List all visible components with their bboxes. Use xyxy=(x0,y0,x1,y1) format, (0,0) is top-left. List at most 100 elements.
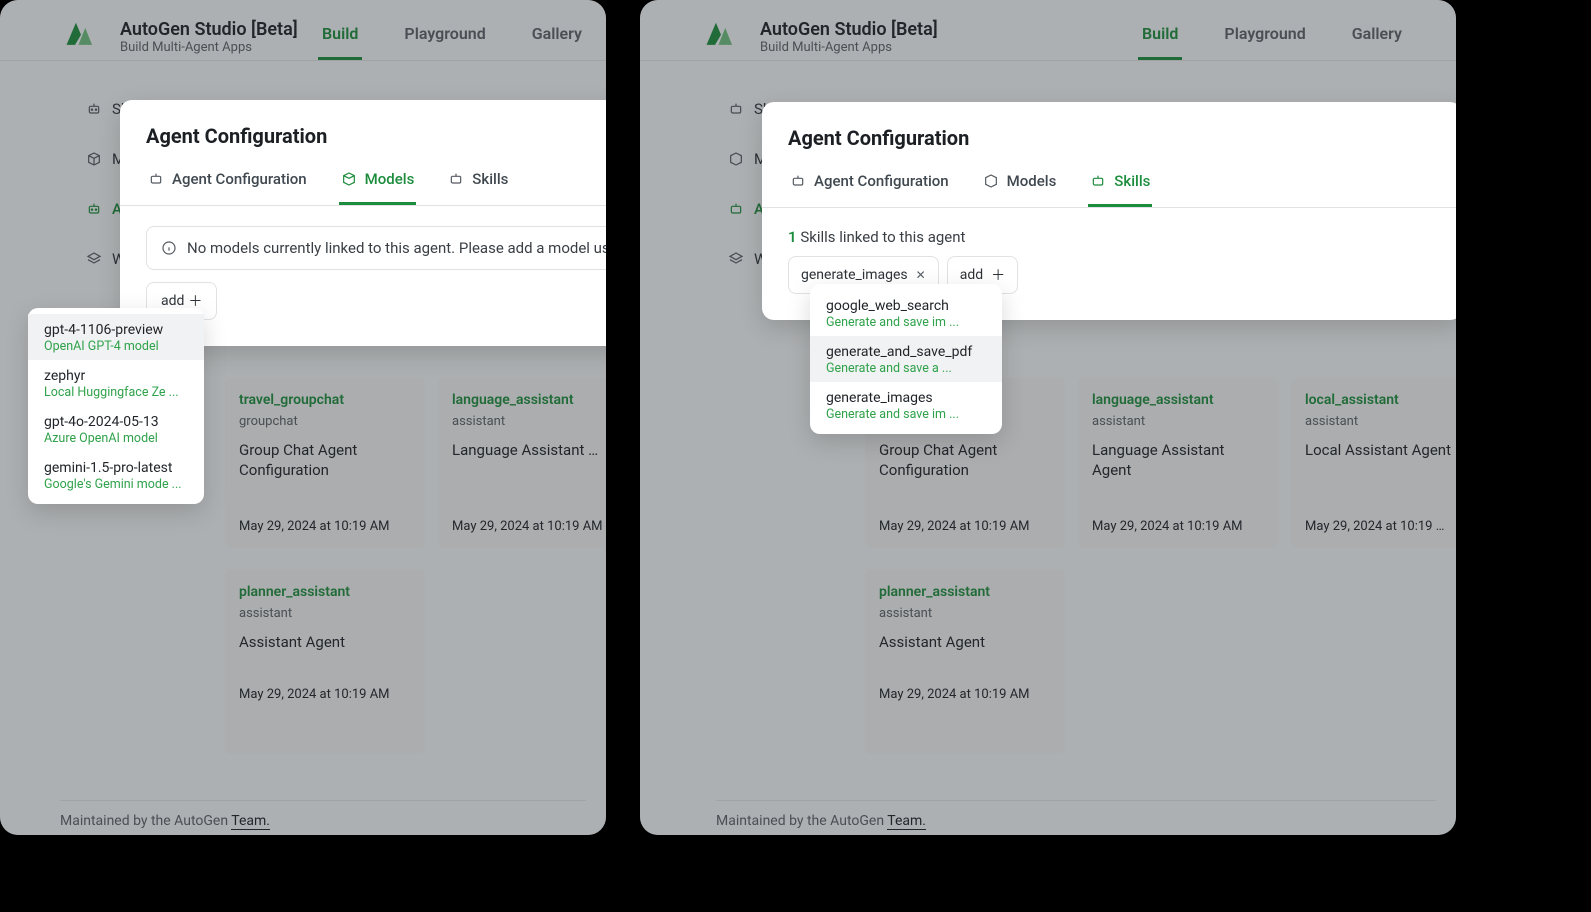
skill-desc: Generate and save im ... xyxy=(826,315,986,330)
modal-tab-agent[interactable]: Agent Configuration xyxy=(788,160,951,207)
card-desc: Group Chat Agent Configuration xyxy=(879,441,1051,480)
app-title: AutoGen Studio [Beta] xyxy=(760,19,938,40)
card-planner-assistant[interactable]: planner_assistant assistant Assistant Ag… xyxy=(865,570,1065,754)
add-label: add xyxy=(161,293,184,309)
cube-icon xyxy=(341,171,357,187)
robot-icon xyxy=(790,173,806,189)
card-name: travel_groupchat xyxy=(239,392,411,408)
cube-icon xyxy=(983,173,999,189)
modal-title: Agent Configuration xyxy=(120,100,606,156)
skill-option-google-web-search[interactable]: google_web_search Generate and save im .… xyxy=(810,290,1002,336)
skill-dropdown: google_web_search Generate and save im .… xyxy=(810,284,1002,434)
footer-team-link[interactable]: Team. xyxy=(887,813,926,830)
nav-tabs: Build Playground Gallery xyxy=(1138,14,1406,60)
card-type: assistant xyxy=(452,414,604,429)
tab-playground[interactable]: Playground xyxy=(1220,14,1309,60)
chip-label: generate_images xyxy=(801,267,908,283)
skill-name: google_web_search xyxy=(826,298,986,314)
header: AutoGen Studio [Beta] Build Multi-Agent … xyxy=(0,0,606,61)
modal-tab-agent[interactable]: Agent Configuration xyxy=(146,158,309,205)
card-language-assistant[interactable]: language_assistant assistant Language As… xyxy=(438,378,606,548)
card-local-assistant[interactable]: local_assistant assistant Local Assistan… xyxy=(1291,378,1456,548)
robot-icon xyxy=(1090,173,1106,189)
modal-tabs: Agent Configuration Models Skills xyxy=(120,156,606,206)
card-date: May 29, 2024 at 10:19 AM xyxy=(239,519,411,534)
screenshot-left: AutoGen Studio [Beta] Build Multi-Agent … xyxy=(0,0,606,835)
modal-title: Agent Configuration xyxy=(762,102,1456,158)
modal-tab-skills-label: Skills xyxy=(1114,172,1150,190)
card-name: planner_assistant xyxy=(879,584,1051,600)
modal-tab-agent-label: Agent Configuration xyxy=(172,170,307,188)
card-desc: Assistant Agent xyxy=(239,633,411,653)
info-icon xyxy=(161,240,177,256)
robot-icon xyxy=(448,171,464,187)
tab-gallery[interactable]: Gallery xyxy=(528,14,586,60)
model-option-gpt4-1106[interactable]: gpt-4-1106-preview OpenAI GPT-4 model xyxy=(28,314,204,360)
close-icon[interactable]: ✕ xyxy=(916,268,926,282)
card-desc: Local Assistant Agent xyxy=(1305,441,1452,461)
app-subtitle: Build Multi-Agent Apps xyxy=(120,40,298,55)
skill-option-generate-images[interactable]: generate_images Generate and save im ... xyxy=(810,382,1002,428)
modal-tab-models[interactable]: Models xyxy=(339,158,417,205)
footer-text: Maintained by the AutoGen xyxy=(60,813,231,829)
model-name: gpt-4o-2024-05-13 xyxy=(44,414,188,430)
layers-icon xyxy=(86,251,102,267)
modal-tab-models[interactable]: Models xyxy=(981,160,1059,207)
model-dropdown: gpt-4-1106-preview OpenAI GPT-4 model ze… xyxy=(28,308,204,504)
card-date: May 29, 2024 at 10:19 AM xyxy=(879,519,1051,534)
modal-tab-skills-label: Skills xyxy=(472,170,508,188)
skill-count-label: Skills linked to this agent xyxy=(800,228,965,246)
card-type: assistant xyxy=(1092,414,1264,429)
card-name: planner_assistant xyxy=(239,584,411,600)
tab-build[interactable]: Build xyxy=(1138,14,1182,60)
card-type: assistant xyxy=(1305,414,1452,429)
robot-icon xyxy=(148,171,164,187)
footer: Maintained by the AutoGen Team. xyxy=(716,800,1436,829)
footer: Maintained by the AutoGen Team. xyxy=(60,800,586,829)
card-desc: Language Assistant Agent xyxy=(1092,441,1264,480)
model-option-zephyr[interactable]: zephyr Local Huggingface Ze ... xyxy=(28,360,204,406)
modal-tab-agent-label: Agent Configuration xyxy=(814,172,949,190)
card-name: language_assistant xyxy=(452,392,604,408)
card-date: May 29, 2024 at 10:19 AM xyxy=(1305,519,1452,534)
tab-playground[interactable]: Playground xyxy=(400,14,489,60)
tab-build[interactable]: Build xyxy=(318,14,362,60)
app-logo xyxy=(64,16,98,50)
card-type: assistant xyxy=(239,606,411,621)
model-option-gemini[interactable]: gemini-1.5-pro-latest Google's Gemini mo… xyxy=(28,452,204,498)
card-language-assistant[interactable]: language_assistant assistant Language As… xyxy=(1078,378,1278,548)
skill-desc: Generate and save a ... xyxy=(826,361,986,376)
skill-desc: Generate and save im ... xyxy=(826,407,986,422)
app-logo xyxy=(704,16,738,50)
model-name: gpt-4-1106-preview xyxy=(44,322,188,338)
card-travel-groupchat[interactable]: travel_groupchat groupchat Group Chat Ag… xyxy=(225,378,425,548)
cube-icon xyxy=(86,151,102,167)
cube-icon xyxy=(728,151,744,167)
skill-count-line: 1 Skills linked to this agent xyxy=(788,228,1436,246)
card-type: groupchat xyxy=(239,414,411,429)
card-date: May 29, 2024 at 10:19 AM xyxy=(452,519,604,534)
card-desc: Language Assistant Agent xyxy=(452,441,604,461)
modal-tab-skills[interactable]: Skills xyxy=(1088,160,1152,207)
model-option-gpt4o[interactable]: gpt-4o-2024-05-13 Azure OpenAI model xyxy=(28,406,204,452)
robot-icon xyxy=(86,101,102,117)
brand-block: AutoGen Studio [Beta] Build Multi-Agent … xyxy=(120,19,298,55)
add-label: add xyxy=(960,267,983,283)
skill-count: 1 xyxy=(788,228,797,246)
skill-name: generate_and_save_pdf xyxy=(826,344,986,360)
skill-option-generate-and-save-pdf[interactable]: generate_and_save_pdf Generate and save … xyxy=(810,336,1002,382)
no-models-alert: No models currently linked to this agent… xyxy=(146,226,606,270)
modal-tab-models-label: Models xyxy=(365,170,415,188)
modal-tabs: Agent Configuration Models Skills xyxy=(762,158,1456,208)
card-planner-assistant[interactable]: planner_assistant assistant Assistant Ag… xyxy=(225,570,425,754)
card-date: May 29, 2024 at 10:19 AM xyxy=(879,687,1051,702)
card-date: May 29, 2024 at 10:19 AM xyxy=(239,687,411,702)
model-desc: Azure OpenAI model xyxy=(44,431,188,446)
model-name: zephyr xyxy=(44,368,188,384)
footer-team-link[interactable]: Team. xyxy=(231,813,270,830)
footer-text: Maintained by the AutoGen xyxy=(716,813,887,829)
modal-tab-skills[interactable]: Skills xyxy=(446,158,510,205)
tab-gallery[interactable]: Gallery xyxy=(1348,14,1406,60)
card-date: May 29, 2024 at 10:19 AM xyxy=(1092,519,1264,534)
app-title: AutoGen Studio [Beta] xyxy=(120,19,298,40)
